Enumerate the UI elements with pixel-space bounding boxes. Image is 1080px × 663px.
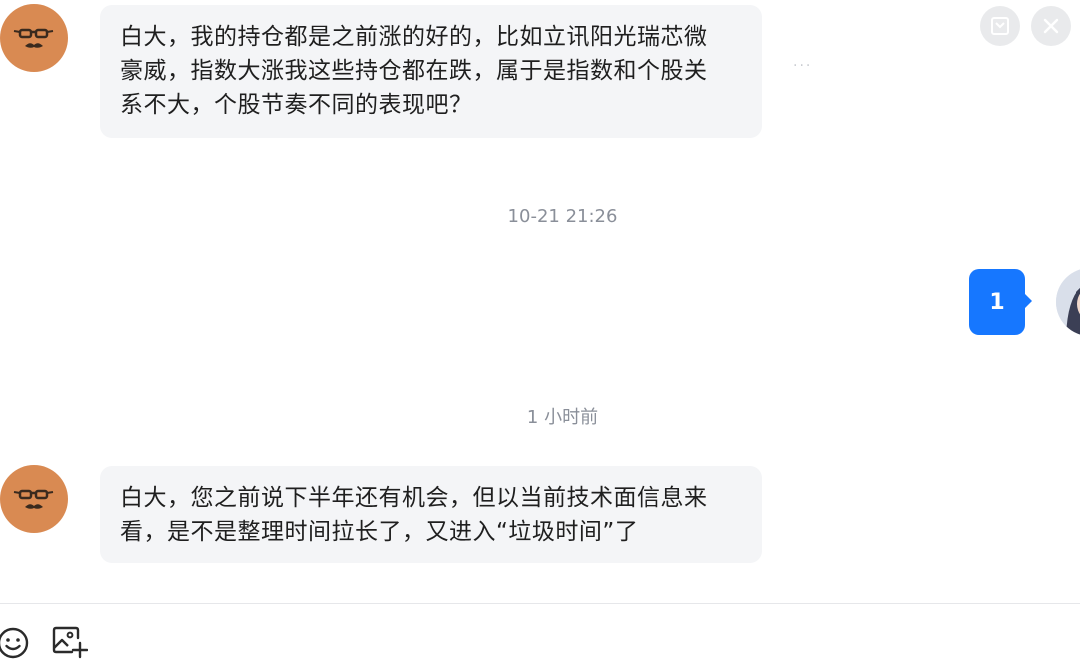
- image-upload-button[interactable]: [52, 626, 89, 663]
- collapse-icon: [991, 17, 1009, 35]
- collapse-button[interactable]: [980, 6, 1020, 46]
- timestamp: 10-21 21:26: [507, 206, 618, 227]
- glasses-mustache-avatar-icon: [13, 489, 54, 509]
- bubble-tail: [1023, 292, 1032, 310]
- message-bubble-outgoing[interactable]: 1: [969, 269, 1025, 335]
- message-bubble-incoming[interactable]: 白大，我的持仓都是之前涨的好的，比如立讯阳光瑞芯微 豪威，指数大涨我这些持仓都在…: [100, 5, 762, 138]
- glasses-mustache-avatar-icon: [13, 28, 54, 48]
- input-toolbar: [0, 603, 1080, 663]
- chat-message-area[interactable]: 白大，我的持仓都是之前涨的好的，比如立讯阳光瑞芯微 豪威，指数大涨我这些持仓都在…: [0, 0, 1080, 603]
- more-indicator: ···: [793, 58, 813, 74]
- image-icon: [52, 626, 89, 659]
- my-avatar[interactable]: [1056, 268, 1080, 336]
- contact-avatar[interactable]: [0, 465, 68, 533]
- close-icon: [1043, 18, 1059, 34]
- message-bubble-incoming[interactable]: 白大，您之前说下半年还有机会，但以当前技术面信息来 看，是不是整理时间拉长了，又…: [100, 466, 762, 563]
- emoji-button[interactable]: [0, 626, 30, 663]
- user-portrait-icon: [1056, 268, 1080, 336]
- timestamp: 1 小时前: [526, 407, 599, 428]
- contact-avatar[interactable]: [0, 4, 68, 72]
- close-button[interactable]: [1031, 6, 1071, 46]
- emoji-icon: [0, 627, 29, 659]
